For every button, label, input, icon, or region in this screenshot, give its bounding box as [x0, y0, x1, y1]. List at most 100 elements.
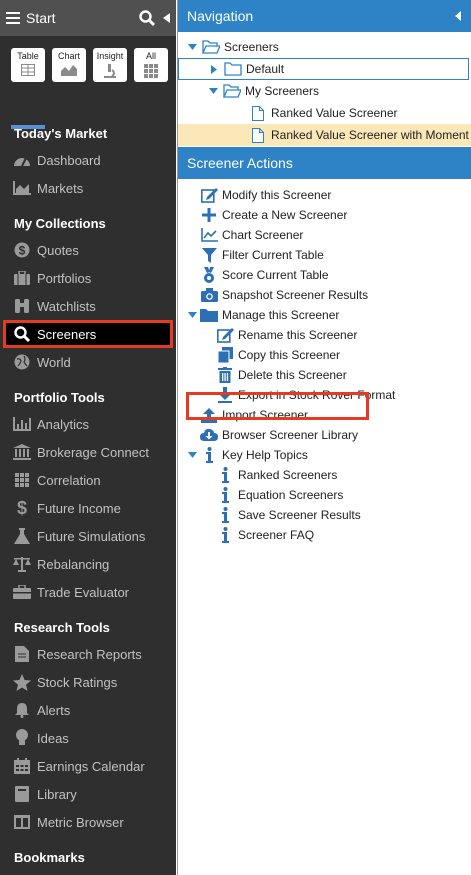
- sidebar-item-label: Future Simulations: [37, 528, 146, 544]
- action-key-help-topics[interactable]: Key Help Topics: [178, 445, 471, 465]
- action-rename-this-screener[interactable]: Rename this Screener: [178, 325, 471, 345]
- action-label: Save Screener Results: [238, 508, 361, 522]
- sidebar-item-trade-evaluator[interactable]: Trade Evaluator: [0, 578, 176, 606]
- collapse-arrow-icon[interactable]: [208, 64, 220, 74]
- microscope-icon: [103, 64, 117, 81]
- view-tab-insight[interactable]: Insight: [93, 48, 127, 82]
- sidebar-item-rebalancing[interactable]: Rebalancing: [0, 550, 176, 578]
- document-icon: [13, 645, 31, 663]
- filter-icon: [200, 247, 218, 263]
- view-tab-label: Table: [17, 51, 39, 61]
- action-label: Rename this Screener: [238, 328, 358, 342]
- menu-icon[interactable]: [6, 12, 20, 24]
- sidebar-item-stock-ratings[interactable]: Stock Ratings: [0, 668, 176, 696]
- action-label: Filter Current Table: [222, 248, 324, 262]
- expand-arrow-icon[interactable]: [186, 312, 198, 318]
- sidebar-item-label: Metric Browser: [37, 814, 124, 830]
- sidebar-item-metric-browser[interactable]: Metric Browser: [0, 808, 176, 836]
- view-tab-all[interactable]: All: [134, 48, 168, 82]
- sidebar-section-title: Research Tools: [14, 620, 110, 635]
- action-manage-this-screener[interactable]: Manage this Screener: [178, 305, 471, 325]
- navigation-header: Navigation: [178, 0, 471, 32]
- view-tab-table[interactable]: Table: [11, 48, 45, 82]
- sidebar-item-label: Watchlists: [37, 298, 96, 314]
- sidebar-item-label: Analytics: [37, 416, 90, 432]
- sidebar-item-world[interactable]: World: [0, 348, 176, 376]
- action-create-a-new-screener[interactable]: Create a New Screener: [178, 205, 471, 225]
- globe-icon: [13, 353, 31, 371]
- collapse-left-icon[interactable]: [163, 13, 170, 23]
- sidebar-item-quotes[interactable]: $ Quotes: [0, 236, 176, 264]
- sidebar-section: Research Tools Research Reports Stock Ra…: [0, 616, 176, 836]
- action-label: Copy this Screener: [238, 348, 341, 362]
- view-tab-label: Chart: [57, 51, 80, 61]
- tree-item-default[interactable]: Default: [178, 58, 469, 80]
- sidebar-item-label: Correlation: [37, 472, 101, 488]
- expand-arrow-icon[interactable]: [186, 44, 198, 50]
- action-score-current-table[interactable]: Score Current Table: [178, 265, 471, 285]
- folder-icon: [224, 61, 242, 77]
- dollar-icon: $: [13, 499, 31, 517]
- sidebar-item-label: Library: [37, 786, 77, 802]
- view-tab-chart[interactable]: Chart: [52, 48, 86, 82]
- sidebar-item-brokerage-connect[interactable]: Brokerage Connect: [0, 438, 176, 466]
- sidebar-item-analytics[interactable]: Analytics: [0, 410, 176, 438]
- view-tab-label: Insight: [96, 51, 124, 61]
- sidebar-item-label: Alerts: [37, 702, 71, 718]
- sidebar-item-ideas[interactable]: Ideas: [0, 724, 176, 752]
- action-equation-screeners[interactable]: Equation Screeners: [178, 485, 471, 505]
- copy-icon: [216, 347, 234, 363]
- action-modify-this-screener[interactable]: Modify this Screener: [178, 185, 471, 205]
- sidebar-item-library[interactable]: Library: [0, 780, 176, 808]
- tree-item-label: Ranked Value Screener with Moment: [271, 128, 469, 142]
- action-delete-this-screener[interactable]: Delete this Screener: [178, 365, 471, 385]
- action-save-screener-results[interactable]: Save Screener Results: [178, 505, 471, 525]
- tree-item-ranked-value-screener-with-moment[interactable]: Ranked Value Screener with Moment: [178, 124, 471, 146]
- sidebar-item-label: Brokerage Connect: [37, 444, 150, 460]
- sidebar-item-markets[interactable]: Markets: [0, 174, 176, 202]
- action-snapshot-screener-results[interactable]: Snapshot Screener Results: [178, 285, 471, 305]
- action-chart-screener[interactable]: Chart Screener: [178, 225, 471, 245]
- folder-open-icon: [202, 39, 220, 55]
- medal-icon: [200, 267, 218, 283]
- action-copy-this-screener[interactable]: Copy this Screener: [178, 345, 471, 365]
- sidebar-sections: Today's Market Dashboard Markets My Colle…: [0, 122, 176, 870]
- lightbulb-icon: [13, 729, 31, 747]
- action-browser-screener-library[interactable]: Browser Screener Library: [178, 425, 471, 445]
- sidebar-item-watchlists[interactable]: Watchlists: [0, 292, 176, 320]
- sidebar-item-label: Quotes: [37, 242, 79, 258]
- action-screener-faq[interactable]: Screener FAQ: [178, 525, 471, 545]
- action-filter-current-table[interactable]: Filter Current Table: [178, 245, 471, 265]
- sidebar-section: My Collections $ Quotes Portfolios Watchl…: [0, 212, 176, 376]
- sidebar-item-future-simulations[interactable]: Future Simulations: [0, 522, 176, 550]
- action-import-screener[interactable]: Import Screener: [178, 405, 471, 425]
- action-label: Import Screener: [222, 408, 309, 422]
- sidebar-item-dashboard[interactable]: Dashboard: [0, 146, 176, 174]
- action-label: Chart Screener: [222, 228, 304, 242]
- tree-item-screeners[interactable]: Screeners: [178, 36, 471, 58]
- view-tabs: Table Chart Insight All: [0, 36, 176, 129]
- sidebar-item-screeners[interactable]: Screeners: [3, 320, 173, 348]
- sidebar-item-correlation[interactable]: Correlation: [0, 466, 176, 494]
- chart-icon: [61, 64, 77, 79]
- expand-arrow-icon[interactable]: [207, 88, 219, 94]
- sidebar-item-earnings-calendar[interactable]: Earnings Calendar: [0, 752, 176, 780]
- sidebar-item-future-income[interactable]: $ Future Income: [0, 494, 176, 522]
- sidebar-section-title: My Collections: [14, 216, 106, 231]
- search-icon[interactable]: [139, 10, 155, 26]
- calendar-icon: [13, 757, 31, 775]
- tree-item-ranked-value-screener[interactable]: Ranked Value Screener: [178, 102, 471, 124]
- tree-item-my-screeners[interactable]: My Screeners: [178, 80, 471, 102]
- expand-arrow-icon[interactable]: [186, 452, 198, 458]
- action-export-in-stock-rover-format[interactable]: Export in Stock Rover Format: [178, 385, 471, 405]
- action-ranked-screeners[interactable]: Ranked Screeners: [178, 465, 471, 485]
- collapse-left-icon[interactable]: [455, 11, 461, 21]
- scale-icon: [13, 555, 31, 573]
- sidebar-item-research-reports[interactable]: Research Reports: [0, 640, 176, 668]
- sidebar-item-portfolios[interactable]: Portfolios: [0, 264, 176, 292]
- action-label: Ranked Screeners: [238, 468, 338, 482]
- sidebar-item-label: Stock Ratings: [37, 674, 118, 690]
- sidebar-title: Start: [26, 10, 56, 26]
- sidebar-item-alerts[interactable]: Alerts: [0, 696, 176, 724]
- sidebar-section-title: Bookmarks: [14, 850, 85, 865]
